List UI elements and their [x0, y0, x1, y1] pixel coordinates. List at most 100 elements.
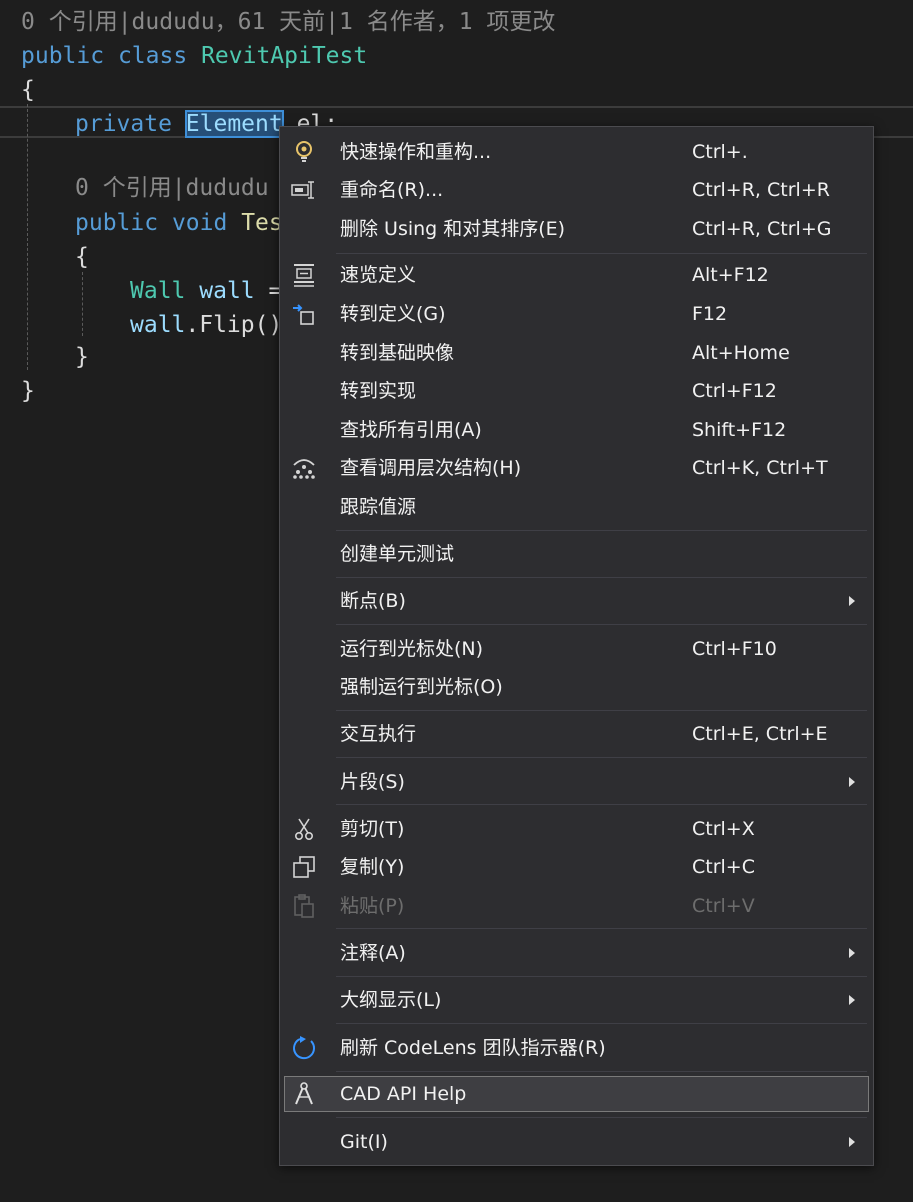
code-line-method-declaration[interactable]: public void Tes [75, 206, 283, 240]
call-hierarchy-icon [290, 456, 318, 480]
menu-separator [336, 976, 867, 977]
menu-item-comment[interactable]: 注释(A) [284, 935, 869, 971]
menu-item-copy[interactable]: 复制(Y) Ctrl+C [284, 849, 869, 885]
menu-item-git[interactable]: Git(I) [284, 1124, 869, 1160]
menu-item-create-unit-tests[interactable]: 创建单元测试 [284, 536, 869, 572]
menu-separator [336, 530, 867, 531]
menu-item-goto-base[interactable]: 转到基础映像 Alt+Home [284, 335, 869, 371]
compass-icon [290, 1082, 318, 1106]
menu-item-breakpoint[interactable]: 断点(B) [284, 583, 869, 619]
menu-item-refresh-codelens[interactable]: 刷新 CodeLens 团队指示器(R) [284, 1030, 869, 1066]
variable: wall [199, 278, 255, 304]
method-name: Tes [241, 210, 283, 236]
menu-item-shortcut: Ctrl+F10 [692, 638, 777, 660]
menu-item-remove-sort-usings[interactable]: 删除 Using 和对其排序(E) Ctrl+R, Ctrl+G [284, 211, 869, 247]
keyword: class [117, 43, 188, 69]
menu-item-cad-api-help[interactable]: CAD API Help [284, 1076, 869, 1112]
code-line-inner-brace-close[interactable]: } [75, 340, 89, 374]
code-line-wall-declaration[interactable]: Wall wall = [130, 274, 282, 308]
menu-item-cut[interactable]: 剪切(T) Ctrl+X [284, 811, 869, 847]
menu-item-goto-definition[interactable]: 转到定义(G) F12 [284, 296, 869, 332]
menu-item-label: 运行到光标处(N) [340, 638, 484, 660]
menu-item-label: 强制运行到光标(O) [340, 676, 503, 698]
menu-item-shortcut: Ctrl+X [692, 818, 755, 840]
menu-item-label: 速览定义 [340, 264, 417, 286]
menu-item-rename[interactable]: 重命名(R)... Ctrl+R, Ctrl+R [284, 172, 869, 208]
rename-icon [290, 178, 318, 202]
menu-item-track-value-source[interactable]: 跟踪值源 [284, 489, 869, 525]
menu-separator [336, 928, 867, 929]
brace: } [21, 378, 35, 404]
menu-item-peek-definition[interactable]: 速览定义 Alt+F12 [284, 257, 869, 293]
goto-definition-icon [290, 302, 318, 326]
menu-item-shortcut: Ctrl+F12 [692, 380, 777, 402]
menu-item-shortcut: F12 [692, 303, 728, 325]
menu-item-label: 查找所有引用(A) [340, 419, 482, 441]
menu-item-label: 转到定义(G) [340, 303, 446, 325]
menu-item-paste[interactable]: 粘贴(P) Ctrl+V [284, 888, 869, 924]
menu-item-shortcut: Ctrl+R, Ctrl+G [692, 218, 832, 240]
refresh-icon [290, 1036, 318, 1060]
menu-item-label: 注释(A) [340, 942, 406, 964]
menu-item-label: 删除 Using 和对其排序(E) [340, 218, 566, 240]
brace: { [21, 77, 35, 103]
menu-item-call-hierarchy[interactable]: 查看调用层次结构(H) Ctrl+K, Ctrl+T [284, 450, 869, 486]
menu-item-label: 粘贴(P) [340, 895, 405, 917]
menu-item-label: 转到基础映像 [340, 342, 455, 364]
lightbulb-icon [290, 140, 318, 164]
menu-separator [336, 577, 867, 578]
menu-item-shortcut: Shift+F12 [692, 419, 787, 441]
menu-item-label: 断点(B) [340, 590, 406, 612]
variable: wall [130, 312, 186, 338]
submenu-arrow-icon [849, 777, 855, 787]
menu-item-label: 创建单元测试 [340, 543, 455, 565]
menu-item-shortcut: Ctrl+. [692, 141, 748, 163]
keyword: void [171, 210, 228, 236]
menu-item-label: 复制(Y) [340, 856, 405, 878]
brace: { [75, 244, 89, 270]
keyword: public [21, 43, 105, 69]
submenu-arrow-icon [849, 995, 855, 1005]
menu-separator [336, 1117, 867, 1118]
menu-item-goto-implementation[interactable]: 转到实现 Ctrl+F12 [284, 373, 869, 409]
menu-item-label: 查看调用层次结构(H) [340, 457, 522, 479]
menu-item-label: Git(I) [340, 1131, 388, 1153]
codelens-method[interactable]: 0 个引用|dududu [75, 171, 269, 205]
menu-item-label: 跟踪值源 [340, 496, 417, 518]
menu-separator [336, 624, 867, 625]
scissors-icon [290, 817, 318, 841]
selected-type-element[interactable]: Element [184, 110, 284, 138]
keyword: private [75, 111, 172, 137]
menu-item-execute-interactive[interactable]: 交互执行 Ctrl+E, Ctrl+E [284, 716, 869, 752]
keyword: public [75, 210, 159, 236]
menu-separator [336, 1071, 867, 1072]
menu-item-label: 交互执行 [340, 723, 417, 745]
menu-item-shortcut: Ctrl+V [692, 895, 755, 917]
code-line-inner-brace-open[interactable]: { [75, 240, 89, 274]
menu-item-snippets[interactable]: 片段(S) [284, 764, 869, 800]
menu-item-label: 剪切(T) [340, 818, 405, 840]
submenu-arrow-icon [849, 596, 855, 606]
method-call: .Flip() [185, 312, 283, 338]
menu-separator [336, 804, 867, 805]
code-line-brace-close[interactable]: } [21, 374, 35, 408]
menu-item-run-to-cursor[interactable]: 运行到光标处(N) Ctrl+F10 [284, 631, 869, 667]
code-line-brace-open[interactable]: { [21, 73, 35, 107]
class-name: RevitApiTest [201, 43, 368, 69]
menu-item-label: 转到实现 [340, 380, 417, 402]
code-line-flip-call[interactable]: wall.Flip() [130, 308, 282, 342]
peek-definition-icon [290, 263, 318, 287]
menu-item-shortcut: Ctrl+K, Ctrl+T [692, 457, 828, 479]
paste-icon [290, 894, 318, 918]
indent-guide [27, 104, 28, 370]
code-line-class-declaration[interactable]: public class RevitApiTest [21, 39, 367, 73]
menu-item-quick-actions[interactable]: 快速操作和重构... Ctrl+. [284, 134, 869, 170]
menu-item-force-run-to-cursor[interactable]: 强制运行到光标(O) [284, 669, 869, 705]
menu-item-shortcut: Ctrl+E, Ctrl+E [692, 723, 828, 745]
menu-item-shortcut: Ctrl+C [692, 856, 755, 878]
menu-item-find-all-references[interactable]: 查找所有引用(A) Shift+F12 [284, 412, 869, 448]
context-menu: 快速操作和重构... Ctrl+. 重命名(R)... Ctrl+R, Ctrl… [279, 126, 874, 1166]
codelens-class[interactable]: 0 个引用|dududu，61 天前|1 名作者，1 项更改 [21, 5, 555, 39]
indent-guide [82, 272, 83, 336]
menu-item-outlining[interactable]: 大纲显示(L) [284, 982, 869, 1018]
